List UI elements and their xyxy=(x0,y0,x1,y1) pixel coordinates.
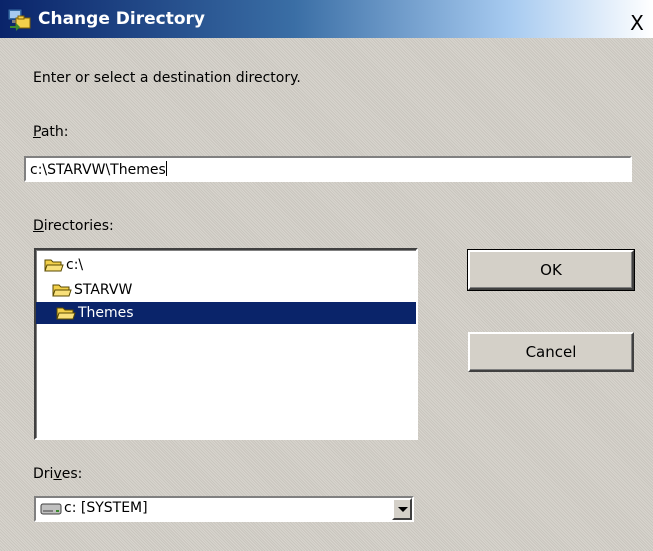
drives-selected-value: c: [SYSTEM] xyxy=(64,500,148,516)
folder-open-icon xyxy=(44,259,64,272)
instruction-text: Enter or select a destination directory. xyxy=(33,70,301,86)
drive-icon xyxy=(40,503,62,515)
path-input[interactable]: c:\STARVW\Themes xyxy=(24,156,632,182)
folder-open-icon xyxy=(56,307,76,320)
drives-dropdown-button[interactable] xyxy=(392,498,412,520)
change-directory-icon xyxy=(7,8,31,31)
folder-open-icon xyxy=(52,284,72,297)
directories-label: Directories: xyxy=(33,218,114,234)
directories-label-rest: irectories: xyxy=(43,218,114,234)
path-label-accel: P xyxy=(33,124,41,140)
drives-label-pre: Dri xyxy=(33,466,54,482)
window-title: Change Directory xyxy=(38,9,205,29)
path-label: Path: xyxy=(33,124,69,140)
directory-item-themes[interactable]: Themes xyxy=(36,302,416,324)
directory-item-label: Themes xyxy=(78,305,134,321)
drives-label-post: es: xyxy=(61,466,83,482)
drives-label-accel: v xyxy=(53,466,62,482)
directory-item-starvw[interactable]: STARVW xyxy=(52,279,132,301)
chevron-down-icon xyxy=(398,507,408,512)
directories-label-accel: D xyxy=(33,218,44,234)
path-label-rest: ath: xyxy=(40,124,69,140)
directories-list[interactable]: c:\ STARVW Themes xyxy=(34,248,418,440)
close-button[interactable]: X xyxy=(625,12,649,36)
drives-select[interactable]: c: [SYSTEM] xyxy=(34,496,414,522)
text-caret xyxy=(165,161,167,176)
change-directory-dialog: Change Directory X Enter or select a des… xyxy=(0,0,653,551)
cancel-button[interactable]: Cancel xyxy=(468,332,634,372)
title-bar[interactable]: Change Directory X xyxy=(0,0,653,38)
path-value: c:\STARVW\Themes xyxy=(30,162,166,178)
directory-item-label: STARVW xyxy=(74,282,133,298)
directory-item-label: c:\ xyxy=(66,257,84,273)
drives-label: Drives: xyxy=(33,466,82,482)
directory-item-c-root[interactable]: c:\ xyxy=(44,254,83,276)
ok-button[interactable]: OK xyxy=(467,249,635,291)
